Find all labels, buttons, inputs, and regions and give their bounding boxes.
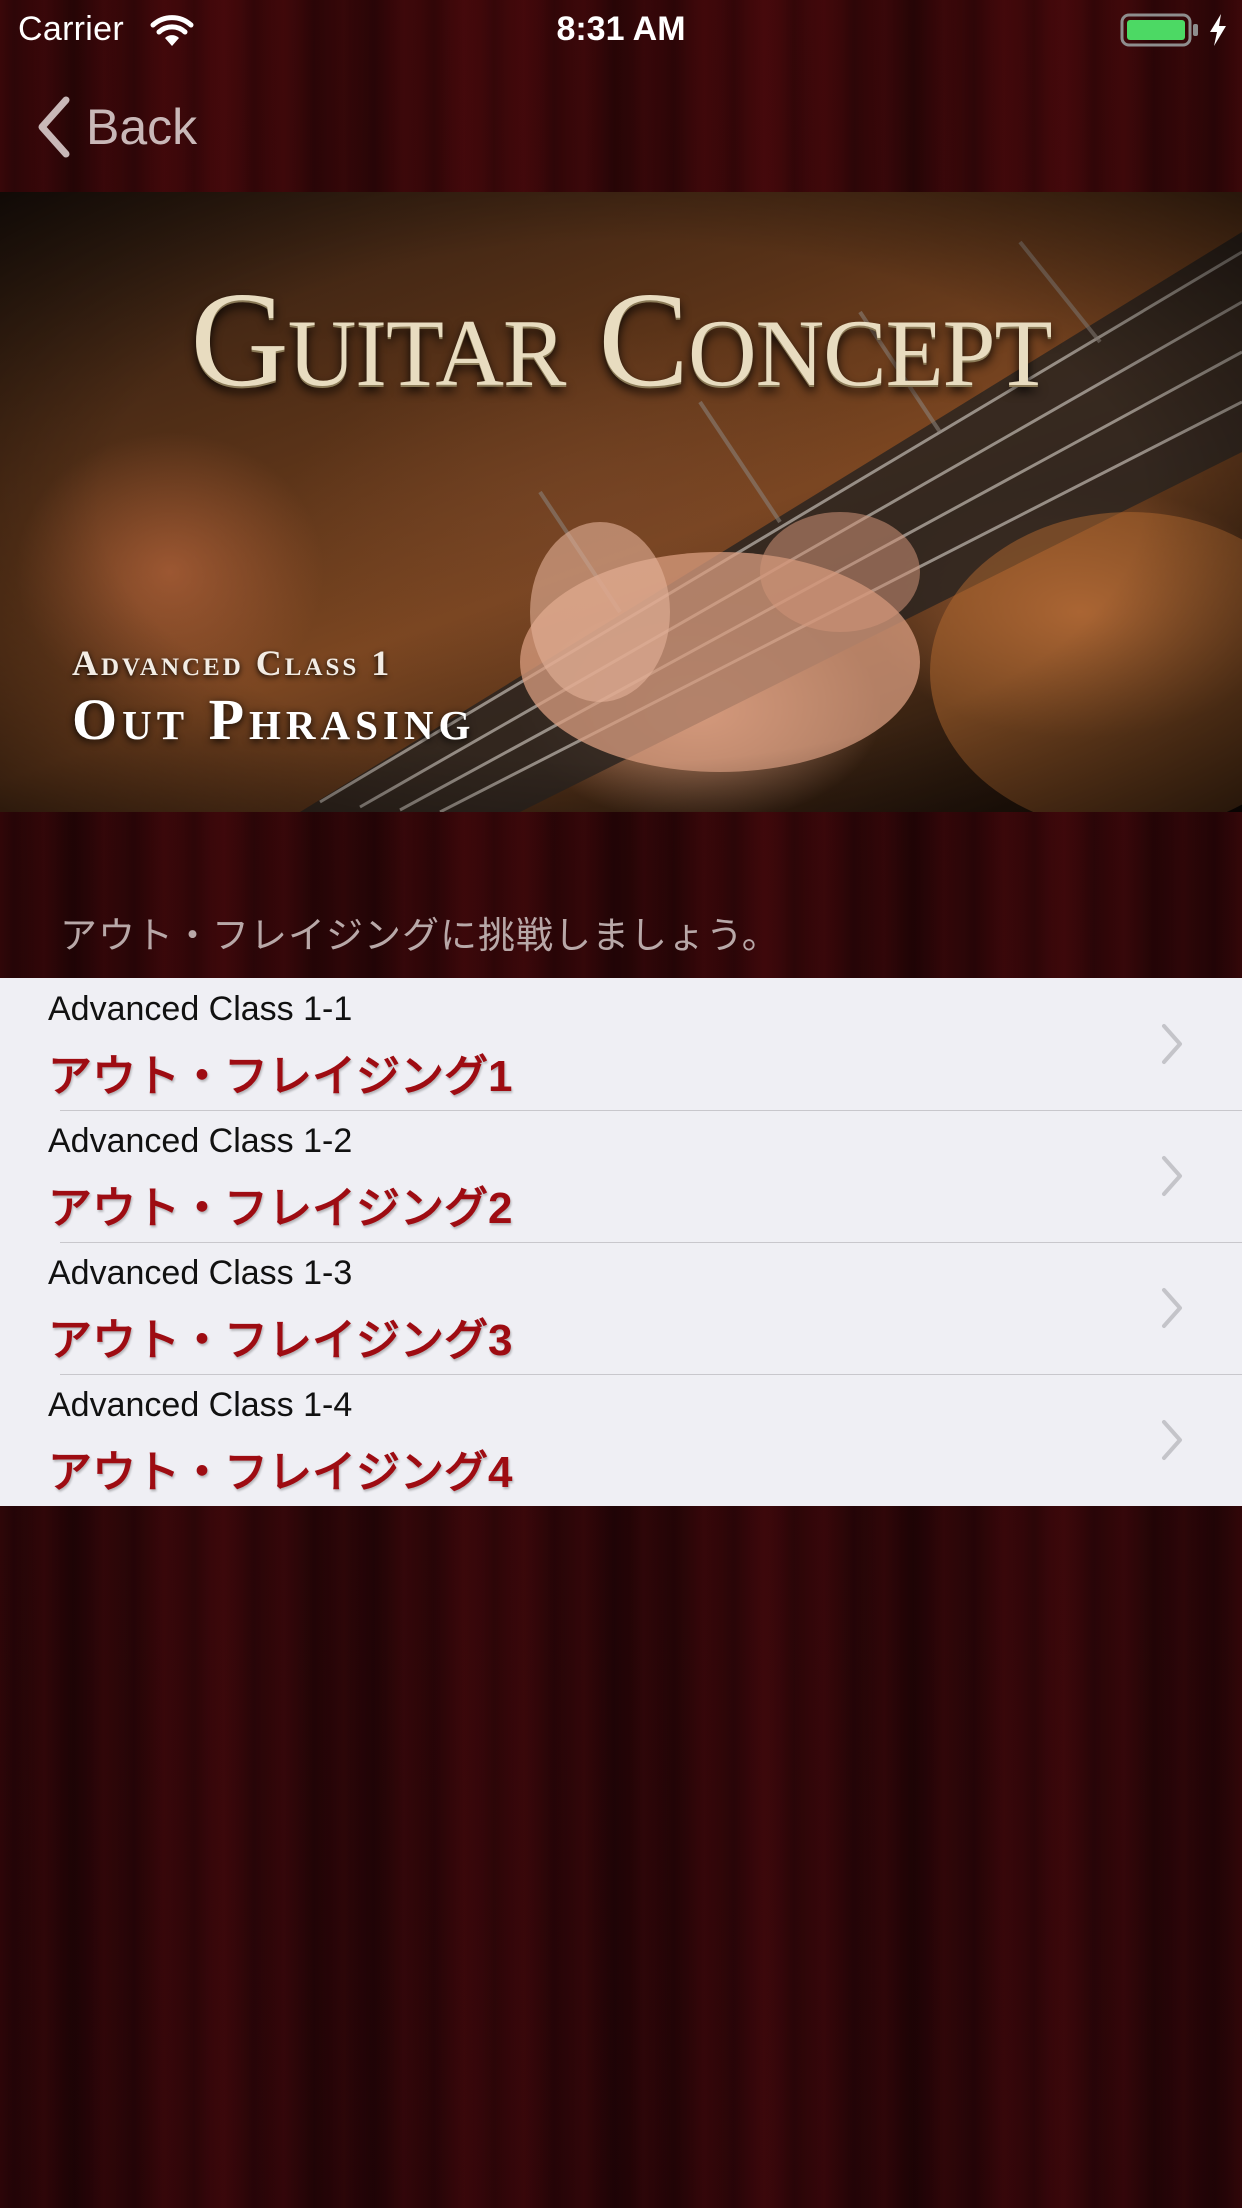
back-label: Back [86,99,198,155]
lesson-row-1[interactable]: Advanced Class 1-1 アウト・フレイジング1 [0,978,1242,1110]
lesson-title: アウト・フレイジング4 [48,1448,513,1497]
back-button[interactable]: Back [34,92,197,162]
navigation-bar: Back [0,62,1242,192]
lesson-code: Advanced Class 1-2 [48,1122,353,1160]
section-header: アウト・フレイジングに挑戦しましょう。 [60,915,780,956]
banner-subtitle: Advanced Class 1 [72,643,393,683]
lesson-title: アウト・フレイジング3 [48,1316,513,1365]
lesson-code: Advanced Class 1-1 [48,990,353,1028]
chevron-right-icon [1162,1420,1182,1460]
status-bar: Carrier 8:31 AM [0,0,1242,62]
lesson-list: Advanced Class 1-1 アウト・フレイジング1 Advanced … [0,978,1242,1506]
course-banner: Guitar Concept Advanced Class 1 Out Phra… [0,192,1242,812]
chevron-right-icon [1162,1156,1182,1196]
lesson-row-2[interactable]: Advanced Class 1-2 アウト・フレイジング2 [0,1110,1242,1242]
lesson-title: アウト・フレイジング1 [48,1052,513,1101]
lesson-code: Advanced Class 1-3 [48,1254,353,1292]
chevron-right-icon [1162,1024,1182,1064]
chevron-right-icon [1162,1288,1182,1328]
lesson-row-3[interactable]: Advanced Class 1-3 アウト・フレイジング3 [0,1242,1242,1374]
banner-title: Out Phrasing [72,687,476,752]
lesson-title: アウト・フレイジング2 [48,1184,513,1233]
lesson-row-4[interactable]: Advanced Class 1-4 アウト・フレイジング4 [0,1374,1242,1506]
status-time: 8:31 AM [556,10,686,48]
battery-icon [1120,13,1198,47]
back-chevron-icon [38,96,70,158]
lesson-code: Advanced Class 1-4 [48,1386,353,1424]
charging-bolt-icon [1210,14,1226,46]
guitar-concept-logo: Guitar Concept [190,265,1052,415]
